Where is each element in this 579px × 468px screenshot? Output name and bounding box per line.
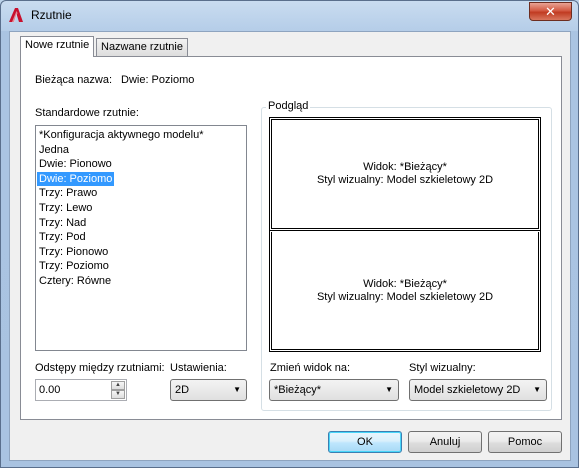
list-item[interactable]: Trzy: Nad bbox=[37, 216, 245, 231]
spin-up-button[interactable]: ▲ bbox=[111, 381, 125, 390]
help-button[interactable]: Pomoc bbox=[488, 431, 562, 453]
spacing-label: Odstępy między rzutniami: bbox=[35, 362, 165, 374]
spacing-stepper: ▲ ▼ bbox=[35, 379, 127, 401]
viewport-style-text: Styl wizualny: Model szkieletowy 2D bbox=[316, 174, 494, 186]
close-icon: ✕ bbox=[545, 4, 556, 19]
list-item[interactable]: Trzy: Pod bbox=[37, 230, 245, 245]
chevron-down-icon: ▼ bbox=[533, 385, 541, 394]
visual-style-value: Model szkieletowy 2D bbox=[414, 384, 521, 396]
tab-label: Nowe rzutnie bbox=[25, 39, 90, 51]
preview-label: Podgląd bbox=[266, 100, 311, 112]
tab-label: Nazwane rzutnie bbox=[101, 41, 183, 53]
list-item[interactable]: Dwie: Pionowo bbox=[37, 157, 245, 172]
current-name-label: Bieżąca nazwa: bbox=[35, 74, 113, 86]
viewports-dialog: Rzutnie ✕ Nowe rzutnie Nazwane rzutnie B… bbox=[0, 0, 579, 468]
setup-value: 2D bbox=[175, 384, 190, 396]
viewport-view-text: Widok: *Bieżący* bbox=[363, 161, 447, 173]
list-item[interactable]: Cztery: Równe bbox=[37, 274, 245, 289]
change-view-dropdown[interactable]: *Bieżący* ▼ bbox=[269, 379, 399, 401]
tab-named-viewports[interactable]: Nazwane rzutnie bbox=[96, 38, 188, 57]
list-item[interactable]: Trzy: Pionowo bbox=[37, 245, 245, 260]
setup-dropdown[interactable]: 2D ▼ bbox=[170, 379, 247, 401]
list-item[interactable]: Jedna bbox=[37, 143, 245, 158]
preview-viewport-top[interactable]: Widok: *Bieżący* Styl wizualny: Model sz… bbox=[269, 117, 541, 231]
standard-viewports-list[interactable]: *Konfiguracja aktywnego modelu* Jedna Dw… bbox=[35, 125, 247, 351]
close-button[interactable]: ✕ bbox=[529, 2, 572, 21]
viewport-frame: Widok: *Bieżący* Styl wizualny: Model sz… bbox=[271, 232, 539, 350]
tab-panel: Bieżąca nazwa: Dwie: Poziomo Standardowe… bbox=[20, 56, 562, 420]
chevron-down-icon: ▼ bbox=[233, 385, 241, 394]
autocad-logo-icon bbox=[9, 8, 23, 22]
change-view-value: *Bieżący* bbox=[274, 384, 322, 396]
spin-down-button[interactable]: ▼ bbox=[111, 390, 125, 399]
chevron-down-icon: ▼ bbox=[385, 385, 393, 394]
visual-style-dropdown[interactable]: Model szkieletowy 2D ▼ bbox=[409, 379, 547, 401]
viewport-style-text: Styl wizualny: Model szkieletowy 2D bbox=[316, 290, 494, 303]
ok-button[interactable]: OK bbox=[328, 431, 402, 453]
list-item[interactable]: Trzy: Lewo bbox=[37, 201, 245, 216]
viewport-view-text: Widok: *Bieżący* bbox=[363, 277, 447, 290]
list-item[interactable]: *Konfiguracja aktywnego modelu* bbox=[37, 128, 245, 143]
title-bar[interactable]: Rzutnie ✕ bbox=[1, 1, 578, 31]
list-item-selected[interactable]: Dwie: Poziomo bbox=[37, 171, 115, 187]
list-item[interactable]: Trzy: Poziomo bbox=[37, 259, 245, 274]
spacing-input[interactable] bbox=[39, 383, 109, 397]
list-item[interactable]: Trzy: Prawo bbox=[37, 186, 245, 201]
current-name-value: Dwie: Poziomo bbox=[121, 74, 195, 86]
change-view-label: Zmień widok na: bbox=[270, 362, 351, 374]
cancel-button[interactable]: Anuluj bbox=[408, 431, 482, 453]
viewport-frame: Widok: *Bieżący* Styl wizualny: Model sz… bbox=[271, 119, 539, 229]
dialog-client-area: Nowe rzutnie Nazwane rzutnie Bieżąca naz… bbox=[9, 31, 571, 461]
window-title: Rzutnie bbox=[31, 8, 72, 22]
visual-style-label: Styl wizualny: bbox=[409, 362, 476, 374]
preview-viewport-bottom[interactable]: Widok: *Bieżący* Styl wizualny: Model sz… bbox=[269, 230, 541, 352]
standard-viewports-label: Standardowe rzutnie: bbox=[35, 107, 139, 119]
setup-label: Ustawienia: bbox=[170, 362, 227, 374]
tab-new-viewports[interactable]: Nowe rzutnie bbox=[20, 36, 95, 57]
